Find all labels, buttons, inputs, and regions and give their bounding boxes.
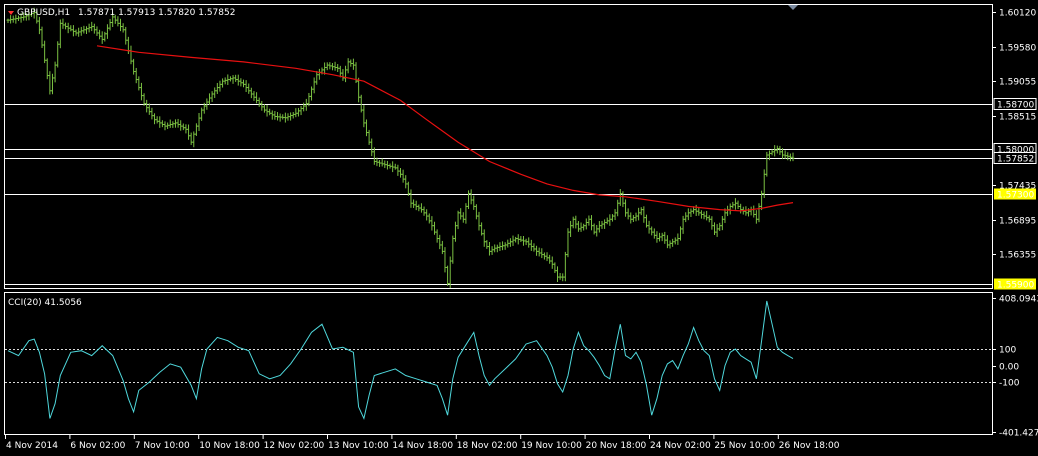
cci-tick-label: -100: [999, 379, 1020, 389]
ohlc-readout: 1.57871 1.57913 1.57820 1.57852: [78, 8, 235, 18]
price-level-lines: [5, 104, 992, 285]
time-tick-label: 25 Nov 10:00: [714, 441, 775, 451]
cci-tick-label: 408.0943: [999, 295, 1038, 305]
price-tick-label: 1.59055: [999, 78, 1036, 88]
cci-tick-label: -401.4278: [999, 429, 1038, 439]
cci-panel-frame: [4, 292, 993, 435]
chart-shift-marker-icon[interactable]: [788, 5, 798, 10]
cci-tick-label: 100: [999, 346, 1016, 356]
price-tick-label: 1.56895: [999, 217, 1036, 227]
cci-axis: 408.0943 100 0.00 -100 -401.4278: [992, 295, 1038, 439]
time-tick-label: 6 Nov 02:00: [70, 441, 125, 451]
time-axis: 4 Nov 2014 6 Nov 02:00 7 Nov 10:00 10 Nov 1…: [5, 435, 840, 451]
time-tick-label: 12 Nov 02:00: [264, 441, 325, 451]
moving-average-line: [96, 45, 794, 212]
symbol-dropdown-icon[interactable]: [8, 11, 14, 15]
time-tick-label: 24 Nov 02:00: [650, 441, 711, 451]
cci-line: [7, 300, 794, 421]
price-tick-label: 1.56355: [999, 251, 1036, 261]
chart-canvas: 1.587001.580001.578521.573001.559001.601…: [4, 4, 1038, 451]
time-tick-label: 7 Nov 10:00: [135, 441, 190, 451]
time-tick-label: 26 Nov 18:00: [779, 441, 840, 451]
price-axis: 1.587001.580001.578521.573001.559001.601…: [992, 9, 1037, 291]
price-tick-label: 1.59580: [999, 44, 1036, 54]
price-level-label: 1.55900: [997, 281, 1034, 291]
price-level-label: 1.57300: [997, 191, 1034, 201]
price-level-label: 1.57852: [997, 155, 1034, 165]
time-tick-label: 19 Nov 10:00: [521, 441, 582, 451]
price-tick-label: 1.57435: [999, 182, 1036, 192]
time-tick-label: 13 Nov 10:00: [328, 441, 389, 451]
symbol-label[interactable]: GBPUSD,H1: [17, 8, 70, 18]
time-tick-label: 20 Nov 18:00: [586, 441, 647, 451]
price-tick-label: 1.60120: [999, 9, 1036, 19]
price-tick-label: 1.58515: [999, 113, 1036, 123]
time-tick-label: 18 Nov 02:00: [457, 441, 518, 451]
time-tick-label: 14 Nov 18:00: [392, 441, 453, 451]
cci-label: CCI(20) 41.5056: [8, 298, 82, 308]
time-tick-label: 10 Nov 18:00: [199, 441, 260, 451]
price-panel-frame: [4, 4, 993, 289]
time-tick-label: 4 Nov 2014: [6, 441, 58, 451]
cci-tick-label: 0.00: [999, 363, 1019, 373]
cci-level-lines: [5, 349, 992, 383]
price-level-label: 1.58700: [997, 101, 1034, 111]
